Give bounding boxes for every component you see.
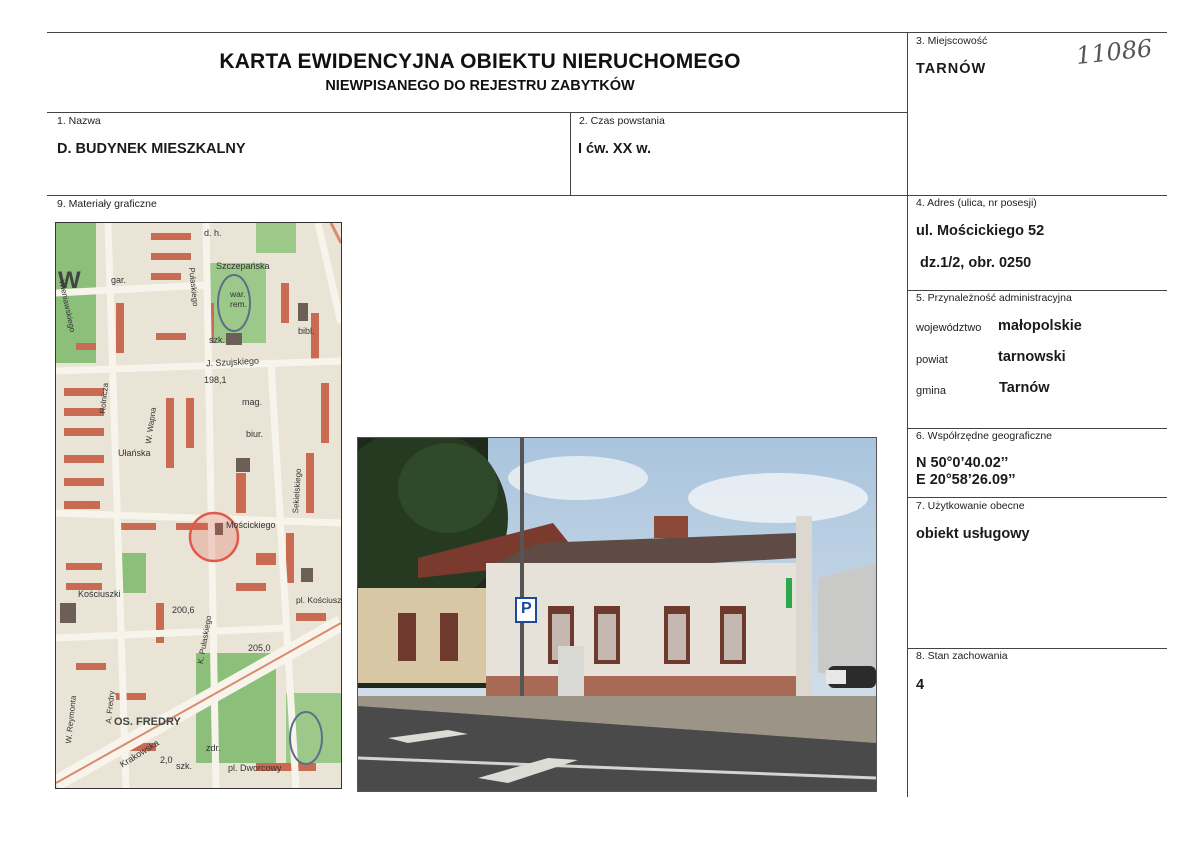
map-label-szczepanska: Szczepańska (216, 261, 270, 271)
building-photo: P (357, 437, 877, 792)
admin-voivodeship-key: województwo (916, 322, 982, 334)
usage-label: 7. Użytkowanie obecne (916, 500, 1025, 512)
map-label-h1981: 198,1 (204, 375, 227, 385)
admin-county-key: powiat (916, 354, 948, 366)
map-label-zdr: zdr. (206, 743, 221, 753)
coords-bottom-line (908, 497, 1167, 498)
condition-label: 8. Stan zachowania (916, 650, 1008, 662)
map-label-moscickiego: Mościckiego (226, 520, 276, 530)
map-label-bibl: bibl. (298, 326, 315, 336)
map-label-dh: d. h. (204, 228, 222, 238)
locality-label: 3. Miejscowość (916, 35, 988, 47)
name-value: D. BUDYNEK MIESZKALNY (57, 141, 246, 157)
period-value: I ćw. XX w. (578, 141, 652, 157)
photo-drawing (358, 438, 876, 791)
admin-label: 5. Przynależność administracyjna (916, 292, 1072, 304)
top-border (47, 32, 1167, 33)
admin-commune-value: Tarnów (999, 380, 1050, 396)
map-label-szk: szk. (209, 335, 226, 345)
address-street: ul. Mościckiego 52 (916, 223, 1045, 239)
address-plot: dz.1/2, obr. 0250 (920, 255, 1032, 271)
admin-voivodeship-value: małopolskie (998, 318, 1082, 334)
admin-commune-key: gmina (916, 385, 946, 397)
header-bottom-line (47, 112, 908, 113)
card-subtitle: NIEWPISANEGO DO REJESTRU ZABYTKÓW (325, 78, 635, 94)
location-map: W gar. d. h. Szczepańska war. rem. Wieni… (55, 222, 342, 789)
coordinates-north: N 50°0’40.02’’ (916, 455, 1009, 471)
coordinates-label: 6. Współrzędne geograficzne (916, 430, 1052, 442)
map-label-mag: mag. (242, 397, 263, 407)
map-label-kosciuszki: Kościuszki (78, 589, 121, 599)
period-label: 2. Czas powstania (579, 115, 665, 127)
map-label-h20: 2,0 (160, 755, 173, 765)
record-card: KARTA EWIDENCYJNA OBIEKTU NIERUCHOMEGO N… (0, 0, 1199, 849)
usage-value: obiekt usługowy (916, 526, 1030, 542)
locality-value: TARNÓW (916, 61, 987, 77)
address-bottom-line (908, 290, 1167, 291)
address-label: 4. Adres (ulica, nr posesji) (916, 197, 1037, 209)
admin-county-value: tarnowski (998, 349, 1066, 365)
right-column-divider (907, 32, 908, 797)
handwritten-record-number: 11086 (1074, 34, 1154, 70)
parking-sign-label: P (521, 600, 532, 617)
admin-bottom-line (908, 428, 1167, 429)
map-label-h2006: 200,6 (172, 605, 195, 615)
map-label-ulanska: Ułańska (118, 448, 151, 458)
name-label: 1. Nazwa (57, 115, 101, 127)
name-period-divider (570, 112, 571, 195)
map-label-gar: gar. (111, 275, 127, 285)
map-label-pldworcowy: pl. Dworcowy (228, 763, 282, 773)
map-label-plkosciuszki: pl. Kościuszki (296, 595, 342, 605)
graphics-label: 9. Materiały graficzne (57, 198, 157, 210)
name-row-bottom-line (47, 195, 1167, 196)
map-label-szk2: szk. (176, 761, 193, 771)
condition-value: 4 (916, 677, 925, 693)
usage-bottom-line (908, 648, 1167, 649)
coordinates-east: E 20°58’26.09’’ (916, 472, 1016, 488)
map-label-warrem: war. rem. (230, 289, 247, 309)
map-label-biur: biur. (246, 429, 264, 439)
card-title: KARTA EWIDENCYJNA OBIEKTU NIERUCHOMEGO (219, 50, 741, 73)
map-label-h2050: 205,0 (248, 643, 271, 653)
map-label-osfredry: OS. FREDRY (114, 716, 181, 728)
